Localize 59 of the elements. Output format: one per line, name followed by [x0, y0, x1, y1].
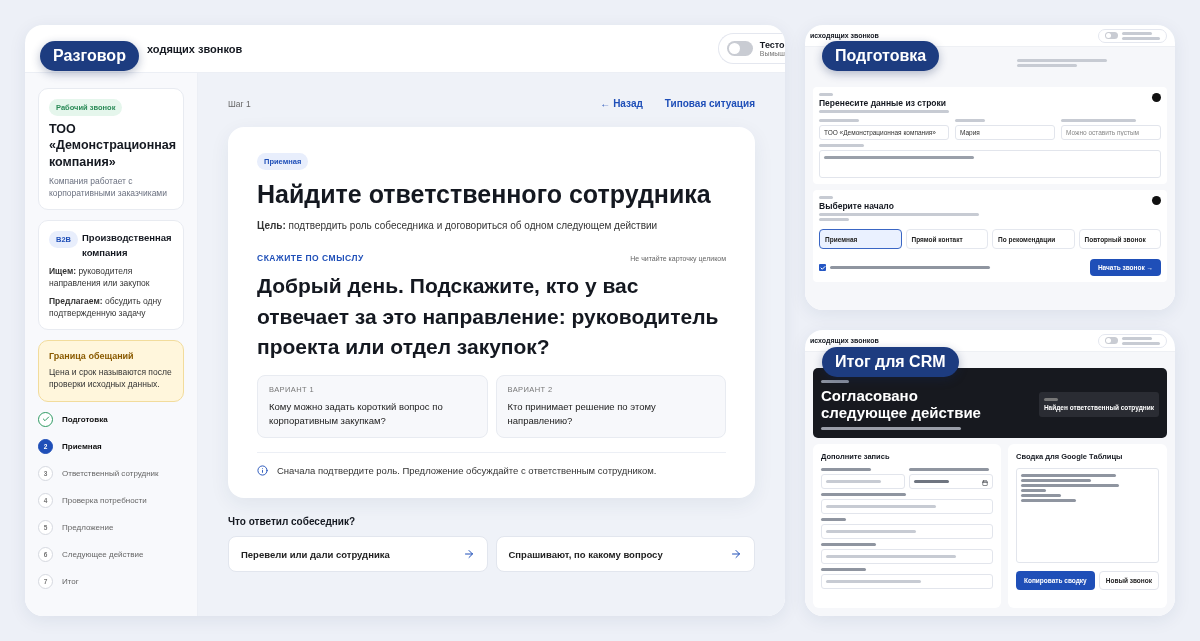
input-field[interactable]: [821, 548, 993, 564]
section-title: Выберите начало: [819, 201, 895, 211]
step-number: Шаг 1: [228, 98, 252, 109]
notes-field[interactable]: [819, 150, 1161, 178]
section-label: Итог для CRM: [822, 347, 959, 377]
info-icon: [257, 465, 268, 477]
toggle-title: Тесто: [759, 40, 785, 50]
answer-button[interactable]: Спрашивают, по какому вопросу: [495, 536, 755, 573]
blurred-text: [821, 517, 846, 521]
blurred-text: [821, 542, 876, 546]
input-field[interactable]: [821, 523, 993, 539]
app-title: ходящих звонков: [147, 42, 243, 55]
blurred-text: [819, 144, 864, 147]
back-link[interactable]: ← Назад: [600, 98, 643, 109]
card-title: Найдите ответственного сотрудника: [257, 179, 712, 210]
consent-checkbox[interactable]: [819, 264, 826, 271]
summary-field[interactable]: [1016, 467, 1159, 563]
note-text: Сначала подтвердите роль. Предложение обсуждайте с ответственным сотрудником.: [277, 465, 657, 477]
check-icon: [41, 415, 50, 424]
script-phrase: Добрый день. Подскажите, кто у вас отвечает за это направление: руководитель проекта или отдел закупок?: [257, 273, 720, 361]
banner-title: Согласовано следующее действие: [821, 387, 982, 422]
section-label: Подготовка: [822, 41, 940, 71]
step-badge: [1152, 93, 1161, 102]
blurred-text: [821, 467, 871, 471]
blurred-text: [819, 119, 859, 122]
input-field[interactable]: [821, 573, 993, 589]
notice-text: Цена и срок называются после проверки исходных данных.: [49, 366, 173, 391]
calendar-icon: [982, 479, 988, 486]
arrow-right-icon: [730, 548, 742, 561]
blurred-text: [955, 119, 985, 122]
notice-title: Граница обещаний: [49, 351, 135, 362]
blurred-text: [819, 196, 833, 199]
blurred-text: [819, 93, 833, 96]
section-label: Разговор: [40, 41, 139, 71]
situation-link[interactable]: Типовая ситуация: [664, 98, 755, 109]
blurred-text: [819, 218, 849, 221]
arrow-right-icon: [462, 548, 475, 561]
profile-title: Производственная компания: [82, 231, 173, 260]
input-field[interactable]: [821, 498, 993, 514]
goal-text: Цель: подтвердить роль собеседника и договориться об одном следующем действии: [257, 220, 659, 232]
answer-button[interactable]: Перевели или дали сотрудника: [228, 536, 488, 573]
variant-text: Кто принимает решение по этому направлению?: [507, 399, 657, 428]
profile-line: Ищем: руководителя направления или закупок: [49, 264, 151, 290]
date-field[interactable]: [909, 473, 993, 489]
company-description: Компания работает с корпоративными заказчиками: [49, 174, 168, 200]
input-field[interactable]: [821, 473, 905, 489]
blurred-text: [821, 380, 849, 383]
section-title: Перенесите данные из строки: [819, 98, 947, 108]
answers-title: Что ответил собеседник?: [228, 516, 357, 528]
blurred-text: [821, 567, 866, 571]
blurred-text: [1043, 398, 1058, 402]
step-item[interactable]: Подготовка: [38, 411, 184, 427]
profile-line: Предлагаем: обсудить одну подтвержденную задачу: [49, 294, 163, 320]
blurred-text: [1017, 64, 1077, 67]
step-badge: [1152, 196, 1161, 205]
variant-text: Кому можно задать короткий вопрос по корпоративным закупкам?: [269, 399, 444, 428]
say-label: СКАЖИТЕ ПО СМЫСЛУ: [257, 253, 364, 264]
blurred-text: [914, 479, 949, 483]
blurred-text: [826, 479, 881, 483]
